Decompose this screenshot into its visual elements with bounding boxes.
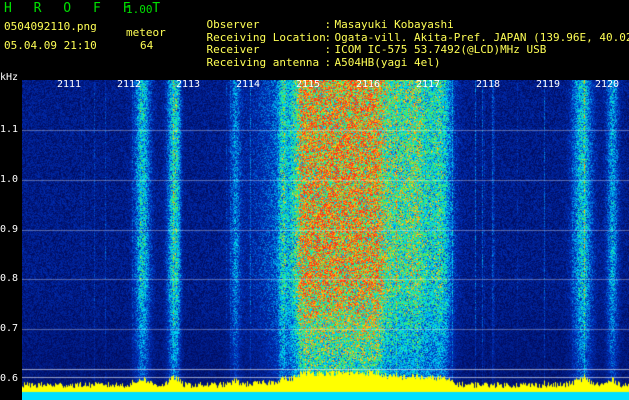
- x-tick-label: 2118: [476, 79, 501, 90]
- x-tick-label: 2114: [236, 79, 261, 90]
- date-time: 05.04.09 21:10: [4, 39, 97, 52]
- file-name: 0504092110.png: [4, 20, 97, 33]
- x-tick-label: 2113: [176, 79, 201, 90]
- x-tick-label: 2120: [595, 79, 620, 90]
- x-tick-label: 2112: [117, 79, 142, 90]
- y-axis-unit: kHz: [0, 72, 19, 83]
- app-version: 1.00: [126, 3, 153, 16]
- y-tick-label: 1.1: [0, 124, 19, 135]
- y-tick-label: 0.9: [0, 224, 19, 235]
- meta-observer: Observer: Masayuki Kobayashi: [180, 5, 454, 31]
- y-tick-label: 0.8: [0, 273, 19, 284]
- mode-label: meteor: [126, 26, 166, 39]
- echo-count: 64: [140, 39, 154, 52]
- x-tick-label: 2115: [296, 79, 321, 90]
- x-tick-label: 2119: [536, 79, 561, 90]
- meta-sep: :: [324, 56, 332, 69]
- y-tick-label: 1.0: [0, 174, 19, 185]
- y-tick-label: 0.6: [0, 373, 19, 384]
- x-tick-label: 2111: [57, 79, 82, 90]
- x-tick-label: 2117: [416, 79, 441, 90]
- meta-value: A504HB(yagi 4el): [334, 56, 441, 69]
- x-tick-label: 2116: [356, 79, 381, 90]
- meta-receiver: Receiver: ICOM IC-575 53.7492(@LCD)MHz US…: [180, 30, 547, 56]
- spectrogram-canvas: [22, 80, 629, 400]
- y-tick-label: 0.7: [0, 323, 19, 334]
- meta-key: Receiving antenna: [206, 56, 320, 69]
- meta-antenna: Receiving antenna: A504HB(yagi 4el): [180, 43, 441, 69]
- header-panel: H R O F F T 1.00 0504092110.png meteor 0…: [0, 0, 629, 80]
